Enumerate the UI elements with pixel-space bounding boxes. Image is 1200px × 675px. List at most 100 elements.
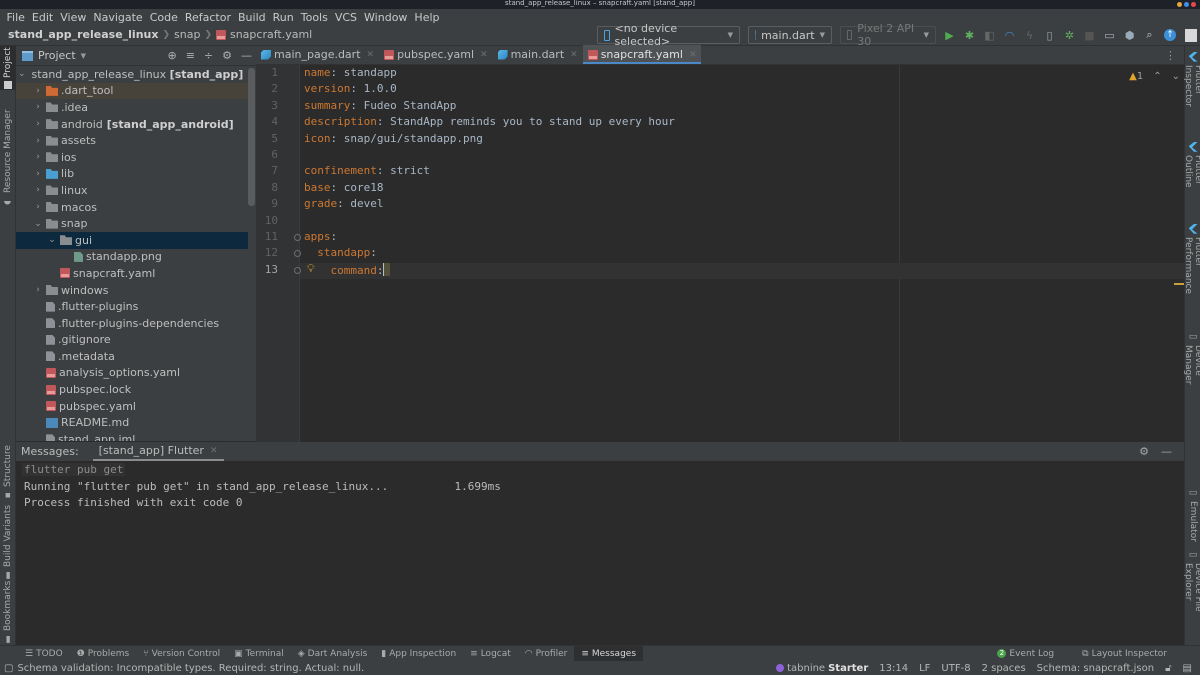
- code-line[interactable]: name: standapp: [304, 66, 397, 79]
- tree-item[interactable]: snapcraft.yaml: [16, 265, 248, 282]
- attach-debugger-icon[interactable]: ✲: [1064, 29, 1075, 42]
- fold-marker-icon[interactable]: [294, 234, 301, 241]
- tree-item[interactable]: › android [stand_app_android]: [16, 116, 248, 133]
- menu-edit[interactable]: Edit: [28, 11, 56, 24]
- menu-help[interactable]: Help: [411, 11, 443, 24]
- menu-file[interactable]: File: [3, 11, 28, 24]
- tool-layout-inspector[interactable]: ⧉ Layout Inspector: [1075, 646, 1174, 662]
- tabnine-widget[interactable]: tabnine Starter: [776, 663, 868, 674]
- chevron-right-icon[interactable]: ›: [32, 119, 44, 129]
- run-icon[interactable]: ▶: [944, 29, 955, 42]
- account-icon[interactable]: [1185, 28, 1197, 42]
- code-line[interactable]: command:: [304, 262, 391, 277]
- update-icon[interactable]: ↑: [1164, 29, 1176, 41]
- tree-item[interactable]: › assets: [16, 132, 248, 149]
- lightbulb-icon[interactable]: 💡︎: [307, 262, 315, 276]
- fold-marker-icon[interactable]: [294, 266, 301, 274]
- tree-item[interactable]: › .dart_tool: [16, 82, 248, 100]
- code-line[interactable]: grade: devel: [304, 197, 384, 210]
- chevron-down-icon[interactable]: ▼: [81, 52, 86, 60]
- messages-console[interactable]: flutter pub get Running "flutter pub get…: [16, 461, 1184, 645]
- tool-tab-emulator[interactable]: ▭ Emulator: [1185, 488, 1200, 542]
- tool-tab-project[interactable]: Project: [0, 46, 16, 90]
- stop-icon[interactable]: ■: [1084, 29, 1095, 42]
- tool-logcat[interactable]: ≡ Logcat: [463, 646, 518, 662]
- code-line[interactable]: base: core18: [304, 181, 383, 194]
- tree-item[interactable]: › ios: [16, 149, 248, 166]
- tool-tab-flutter-outline[interactable]: Flutter Outline: [1183, 142, 1200, 218]
- tool-version-control[interactable]: ⑂ Version Control: [136, 646, 227, 662]
- close-icon[interactable]: ✕: [570, 50, 578, 60]
- chevron-right-icon[interactable]: ›: [32, 169, 44, 179]
- tab-pubspec-yaml[interactable]: pubspec.yaml ✕: [379, 45, 493, 64]
- messages-tab-flutter[interactable]: [stand_app] Flutter ✕: [92, 442, 224, 461]
- tool-event-log[interactable]: 2 Event Log: [990, 646, 1061, 662]
- chevron-right-icon[interactable]: ›: [32, 136, 44, 146]
- chevron-right-icon[interactable]: ›: [32, 202, 44, 212]
- tool-tab-device-manager[interactable]: ▭ Device Manager: [1183, 332, 1200, 408]
- tool-tab-resource-manager[interactable]: ⯊ Resource Manager: [0, 102, 16, 212]
- tree-item[interactable]: ⌄ snap: [16, 215, 248, 232]
- tab-main-dart[interactable]: main.dart ✕: [493, 45, 583, 64]
- next-highlight-icon[interactable]: ⌄: [1172, 71, 1180, 82]
- tree-item[interactable]: › .idea: [16, 99, 248, 116]
- gear-icon[interactable]: ⚙: [1139, 445, 1149, 458]
- sdk-manager-icon[interactable]: ⬢: [1124, 29, 1135, 42]
- indent-setting[interactable]: 2 spaces: [982, 663, 1026, 674]
- warning-stripe-marker[interactable]: [1174, 283, 1184, 285]
- emulator-selector[interactable]: Pixel 2 API 30 ▼: [840, 22, 936, 48]
- status-window-icon[interactable]: ▢: [4, 663, 13, 674]
- menu-navigate[interactable]: Navigate: [90, 11, 146, 24]
- menu-code[interactable]: Code: [146, 11, 181, 24]
- inspection-widget[interactable]: ▲1 ⌃ ⌄: [1129, 71, 1180, 82]
- maximize-button[interactable]: [1184, 2, 1189, 7]
- notifications-icon[interactable]: ▤: [1183, 663, 1192, 674]
- device-selector[interactable]: <no device selected> ▼: [597, 22, 740, 48]
- tab-main-page-dart[interactable]: main_page.dart ✕: [256, 45, 379, 64]
- previous-highlight-icon[interactable]: ⌃: [1153, 71, 1161, 82]
- code-line[interactable]: standapp:: [304, 246, 377, 259]
- code-line[interactable]: confinement: strict: [304, 164, 430, 177]
- minimize-button[interactable]: [1177, 2, 1182, 7]
- tool-tab-flutter-inspector[interactable]: Flutter Inspector: [1183, 52, 1200, 136]
- tool-messages[interactable]: ≡ Messages: [574, 645, 644, 662]
- tree-item[interactable]: .metadata: [16, 348, 248, 365]
- breadcrumb-project[interactable]: stand_app_release_linux: [8, 28, 158, 41]
- breadcrumb-file[interactable]: snapcraft.yaml: [230, 28, 312, 41]
- device-manager-icon[interactable]: ▭: [1104, 29, 1115, 42]
- close-icon[interactable]: ✕: [210, 446, 218, 456]
- search-icon[interactable]: ⌕: [1144, 28, 1155, 42]
- more-vertical-icon[interactable]: ⋮: [1165, 49, 1184, 62]
- tool-profiler[interactable]: ◠ Profiler: [518, 646, 575, 662]
- tool-todo[interactable]: ☰ TODO: [18, 646, 70, 662]
- chevron-down-icon[interactable]: ⌄: [32, 219, 44, 229]
- project-view-selector[interactable]: Project: [38, 49, 76, 62]
- code-line[interactable]: version: 1.0.0: [304, 82, 397, 95]
- tool-tab-structure[interactable]: ▪ Structure: [0, 442, 16, 504]
- caret-position[interactable]: 13:14: [879, 663, 908, 674]
- code-line[interactable]: summary: Fudeo StandApp: [304, 99, 456, 112]
- locate-file-icon[interactable]: ⊕: [167, 49, 176, 62]
- attach-icon[interactable]: ◧: [984, 29, 995, 42]
- chevron-down-icon[interactable]: ⌄: [18, 69, 26, 79]
- tree-item[interactable]: pubspec.yaml: [16, 398, 248, 415]
- tree-item[interactable]: › windows: [16, 282, 248, 299]
- menu-window[interactable]: Window: [361, 11, 411, 24]
- tool-tab-bookmarks[interactable]: ▮ Bookmarks: [0, 580, 16, 643]
- tree-item[interactable]: .gitignore: [16, 332, 248, 349]
- chevron-right-icon[interactable]: ›: [32, 152, 44, 162]
- tool-dart-analysis[interactable]: ◈ Dart Analysis: [291, 646, 375, 662]
- tool-terminal[interactable]: ▣ Terminal: [227, 646, 291, 662]
- close-button[interactable]: [1191, 2, 1196, 7]
- tree-item[interactable]: › linux: [16, 182, 248, 199]
- tool-app-inspection[interactable]: ▮ App Inspection: [374, 646, 463, 662]
- code-line[interactable]: apps:: [304, 230, 337, 243]
- menu-refactor[interactable]: Refactor: [181, 11, 234, 24]
- tree-item[interactable]: .flutter-plugins: [16, 298, 248, 315]
- tab-snapcraft-yaml[interactable]: snapcraft.yaml ✕: [582, 45, 702, 64]
- menu-view[interactable]: View: [57, 11, 90, 24]
- close-icon[interactable]: ✕: [367, 50, 375, 60]
- tree-item[interactable]: pubspec.lock: [16, 381, 248, 398]
- tree-item[interactable]: standapp.png: [16, 249, 248, 266]
- json-schema[interactable]: Schema: snapcraft.json: [1037, 663, 1154, 674]
